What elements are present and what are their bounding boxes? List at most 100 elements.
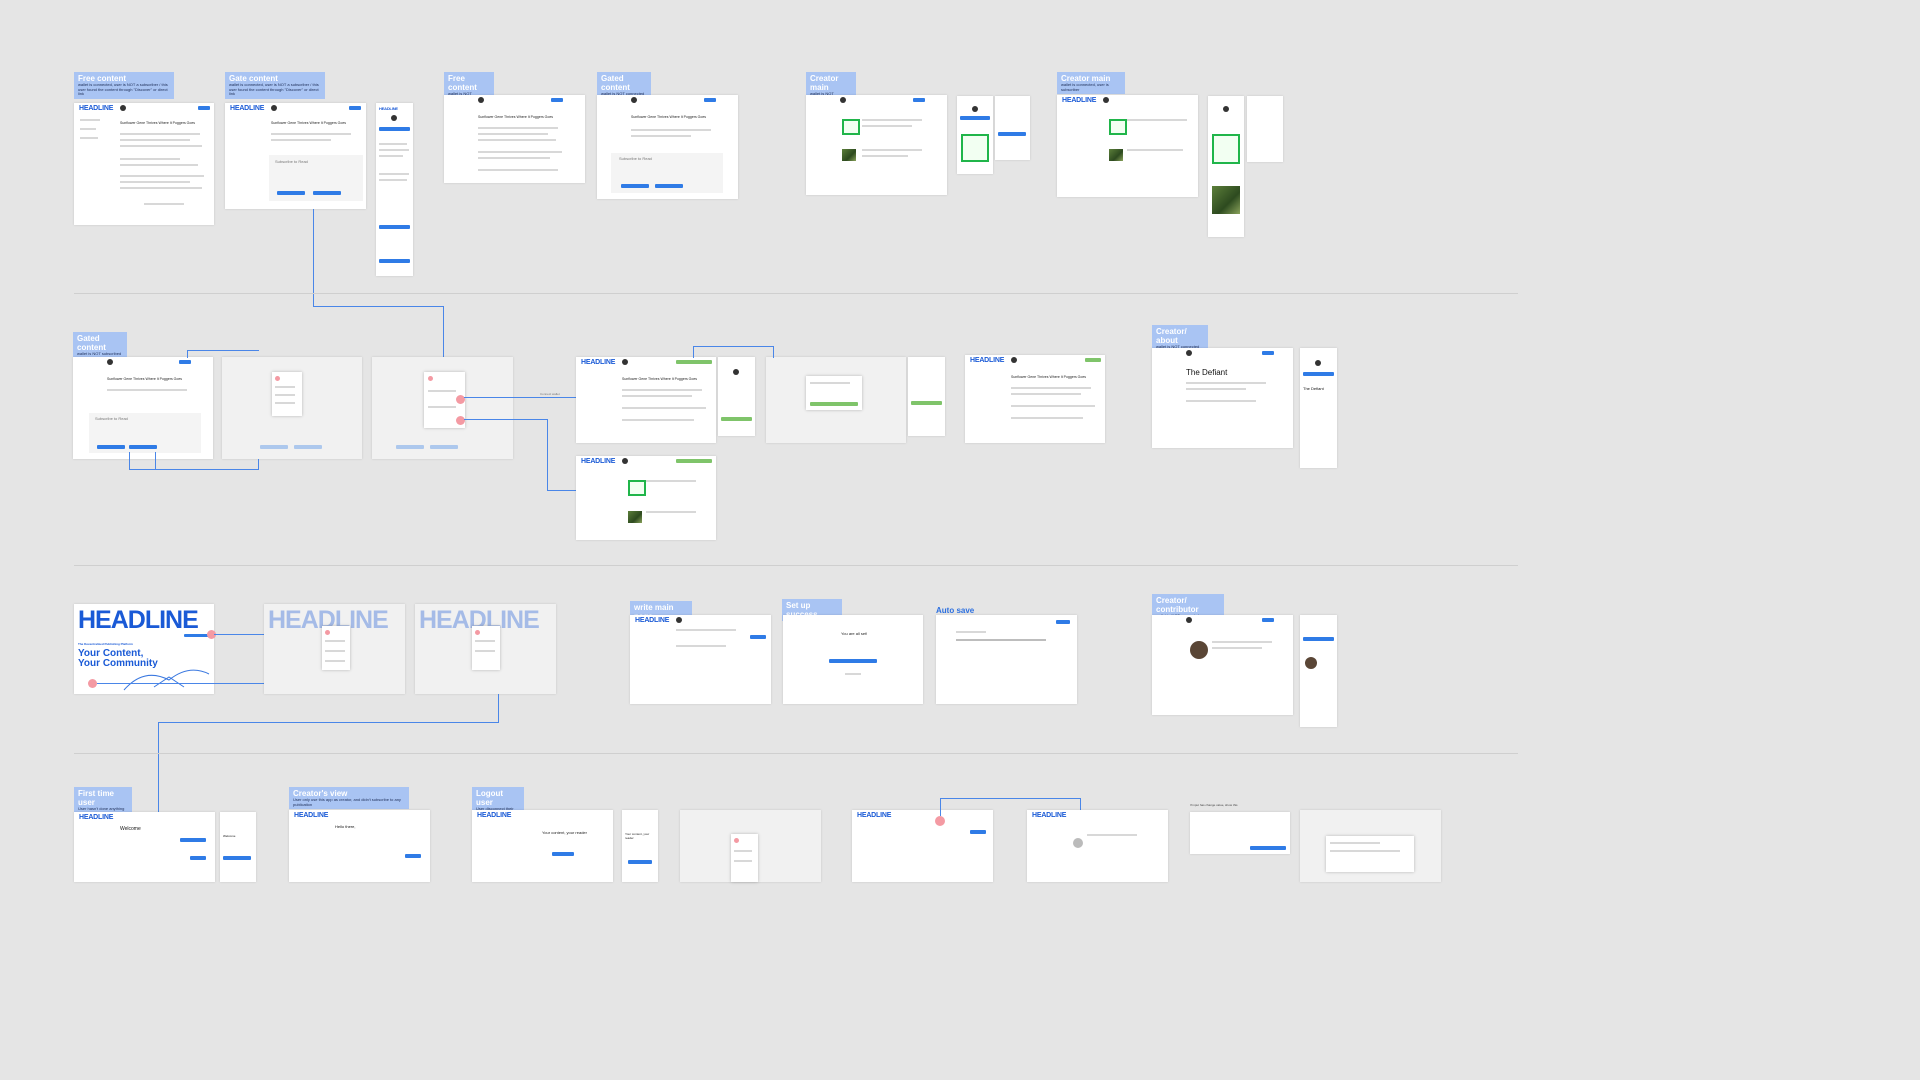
connect-wallet-button[interactable] [552,852,574,856]
plan-button-paid[interactable] [129,445,157,449]
connect-button[interactable] [913,98,925,102]
frame-editor-settings-2[interactable]: HEADLINE [1027,810,1168,882]
label-sub: User only use this app as creator, and d… [293,797,401,807]
save-button[interactable] [970,830,986,834]
connected-wallet-button[interactable] [721,417,752,421]
continue-button[interactable] [829,659,877,663]
post-thumbnail-green[interactable] [1109,119,1127,135]
plan-button-free[interactable] [277,191,305,195]
discover-button[interactable] [190,856,206,860]
save-changes-button[interactable] [1250,846,1286,850]
plan-button-free[interactable] [97,445,125,449]
write-button[interactable] [750,635,766,639]
wallet-picker-popup[interactable] [322,626,350,670]
publish-button[interactable] [1056,620,1070,624]
hotspot-marker[interactable] [935,816,945,826]
frame-settings-change[interactable] [1190,812,1290,854]
post-thumbnail-green[interactable] [1212,134,1240,164]
avatar [972,106,978,112]
confirm-button[interactable] [810,402,858,406]
connect-button[interactable] [704,98,716,102]
subscribe-button[interactable] [1303,637,1334,641]
frame-auto-save[interactable] [936,615,1077,704]
frame-mobile-connect-dialog[interactable] [908,357,945,436]
get-started-button[interactable] [223,856,251,860]
wallet-picker-popup-3[interactable] [731,834,758,882]
frame-creator-main-connected[interactable]: HEADLINE [576,456,716,540]
frame-first-time-user[interactable]: HEADLINE Welcome [74,812,215,882]
connect-button[interactable] [1262,618,1274,622]
frame-free-content-1[interactable]: HEADLINE Sunflower Gene Thrives Where It… [74,103,214,225]
subscribe-button[interactable] [349,106,361,110]
frame-creator-contributor[interactable] [1152,615,1293,715]
plan-button-paid[interactable] [655,184,683,188]
avatar [622,359,628,365]
frame-mobile-creator-2[interactable] [1208,96,1244,237]
frame-free-content-2[interactable]: Sunflower Gene Thrives Where It Poggers … [444,95,585,183]
hotspot-marker-2[interactable] [88,679,97,688]
subscribe-button[interactable] [1303,372,1334,376]
brand-logo: HEADLINE [79,814,114,821]
connected-wallet-button[interactable] [676,459,712,463]
frame-creator-main-1[interactable] [806,95,947,195]
editor-toolbar [956,639,1046,641]
subscribe-heading: Subscribe to Read [619,156,652,161]
plan-button-free[interactable] [621,184,649,188]
frame-gated-content-top[interactable]: Sunflower Gene Thrives Where It Poggers … [597,95,738,199]
subscribe-button[interactable] [198,106,210,110]
confirm-dialog[interactable] [1326,836,1414,872]
frame-creator-main-2[interactable]: HEADLINE [1057,95,1198,197]
frame-logout-user[interactable]: HEADLINE Your content, your reader [472,810,613,882]
connected-wallet-button[interactable] [676,360,712,364]
post-thumbnail-green[interactable] [628,480,646,496]
connect-button[interactable] [551,98,563,102]
frame-mobile-creator-about[interactable]: The Defiant [1300,348,1337,468]
connect-dialog[interactable] [806,376,862,410]
label-creators-view: Creator's view User only use this app as… [289,787,409,810]
post-thumbnail-green[interactable] [842,119,860,135]
frame-gate-content[interactable]: HEADLINE Sunflower Gene Thrives Where It… [225,103,366,209]
plan-button-2[interactable] [379,259,410,263]
frame-mobile-first-time[interactable]: Welcome [220,812,256,882]
write-button[interactable] [405,854,421,858]
hotspot-marker-2[interactable] [456,416,465,425]
wallet-picker-popup-1[interactable] [272,372,302,416]
frame-mobile-creator-1[interactable] [957,96,993,174]
frame-gated-content-mid[interactable]: Sunflower Gene Thrives Where It Poggers … [73,357,213,459]
frame-mobile-creator-1b[interactable] [995,96,1030,160]
post-thumbnail-photo[interactable] [1212,186,1240,214]
plan-button-paid[interactable] [313,191,341,195]
frame-mobile-contributor[interactable] [1300,615,1337,727]
connect-wallet-button[interactable] [628,860,652,864]
frame-mobile-creator-2b[interactable] [1247,96,1283,162]
frame-creators-view[interactable]: HEADLINE Hello there, [289,810,430,882]
frame-creator-about[interactable]: The Defiant [1152,348,1293,448]
frame-editor-settings[interactable]: HEADLINE [852,810,993,882]
frame-connected-article[interactable]: HEADLINE Sunflower Gene Thrives Where It… [576,357,716,443]
get-started-button[interactable] [180,838,206,842]
welcome-heading-mobile: Welcome [223,834,236,838]
wallet-picker-popup-2[interactable] [472,626,500,670]
frame-set-up-success[interactable]: You are all set! [783,615,923,704]
frame-write-main[interactable]: HEADLINE [630,615,771,704]
post-thumbnail-photo[interactable] [628,511,642,523]
subscribe-button[interactable] [379,127,410,131]
subscribe-button[interactable] [998,132,1026,136]
connected-wallet-button[interactable] [1085,358,1101,362]
brand-logo: HEADLINE [79,105,114,112]
post-thumbnail-photo[interactable] [842,149,856,161]
frame-mobile-gate[interactable]: HEADLINE [376,103,413,276]
post-thumbnail-green[interactable] [961,134,989,162]
confirm-button[interactable] [911,401,942,405]
connect-button[interactable] [1262,351,1274,355]
frame-mobile-connected[interactable] [718,357,755,436]
connect-button[interactable] [179,360,191,364]
frame-mobile-logout[interactable]: Your content, your reader [622,810,658,882]
auto-save-title: Auto save [936,606,975,615]
post-thumbnail-photo[interactable] [1109,149,1123,161]
label-gated-content-mid: Gated content wallet is NOT subscribed [73,332,127,359]
plan-button[interactable] [379,225,410,229]
brand-logo: HEADLINE [581,458,616,465]
subscribe-button[interactable] [960,116,990,120]
frame-connected-article-2[interactable]: HEADLINE Sunflower Gene Thrives Where It… [965,355,1105,443]
